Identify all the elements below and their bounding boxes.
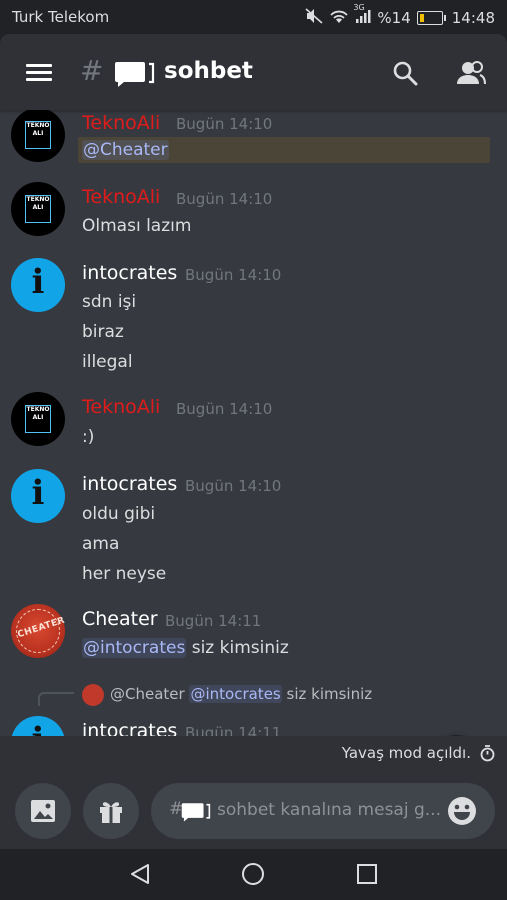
reply-preview[interactable]: @Cheater @intocrates siz kimsiniz <box>110 685 372 703</box>
composer: # sohbet kanalına mesaj g... <box>0 772 507 849</box>
message-text: illegal <box>82 352 133 372</box>
attach-image-button[interactable] <box>15 783 71 839</box>
reply-author: @Cheater <box>110 685 185 703</box>
avatar[interactable]: TEKNO ALI <box>11 110 65 162</box>
message-text: sdn işi <box>82 292 137 312</box>
timestamp: Bugün 14:10 <box>185 477 282 495</box>
avatar-label: i <box>31 473 45 513</box>
gift-button[interactable] <box>83 783 139 839</box>
author-name[interactable]: intocrates <box>82 473 177 495</box>
message-list[interactable]: TEKNO ALI TeknoAli Bugün 14:10 @Cheater … <box>0 110 507 736</box>
avatar[interactable]: i <box>11 716 65 736</box>
avatar-label: TEKNO ALI <box>25 405 51 433</box>
message-text: @intocrates siz kimsiniz <box>82 638 289 658</box>
input-placeholder: sohbet kanalına mesaj g... <box>217 800 441 820</box>
author-name[interactable]: intocrates <box>82 262 177 284</box>
author-name[interactable]: TeknoAli <box>82 186 160 208</box>
author-name[interactable]: intocrates <box>82 720 177 736</box>
signal-icon: 3G <box>353 3 371 27</box>
message-text: oldu gibi <box>82 504 156 524</box>
wifi-icon <box>329 9 349 28</box>
message-text: :) <box>82 427 95 447</box>
status-bar: Turk Telekom 3G %14 14:48 <box>0 0 507 34</box>
speech-bubble-icon <box>114 60 158 92</box>
author-name[interactable]: TeknoAli <box>82 396 160 418</box>
search-icon[interactable] <box>392 60 418 90</box>
author-name[interactable]: Cheater <box>82 608 158 630</box>
timestamp: Bugün 14:11 <box>185 724 282 736</box>
timestamp: Bugün 14:10 <box>176 115 273 133</box>
channel-hash-icon: # <box>80 54 104 87</box>
avatar-label: i <box>11 720 65 736</box>
timestamp: Bugün 14:10 <box>176 190 273 208</box>
avatar[interactable]: i <box>11 258 65 312</box>
avatar-label: TEKNO ALI <box>25 195 51 223</box>
app-window: # sohbet TEKNO ALI TeknoAli Bugün 14:10 … <box>0 34 507 849</box>
author-name[interactable]: TeknoAli <box>82 112 160 134</box>
menu-icon[interactable] <box>26 64 52 82</box>
message-text: biraz <box>82 322 124 342</box>
message-text: her neyse <box>82 564 167 584</box>
message-input[interactable]: # sohbet kanalına mesaj g... <box>151 783 495 839</box>
home-icon[interactable] <box>241 862 265 890</box>
timestamp: Bugün 14:10 <box>185 266 282 284</box>
reply-body: siz kimsiniz <box>281 685 373 703</box>
message-text: ama <box>82 534 120 554</box>
mention-link[interactable]: @Cheater <box>82 140 169 160</box>
mute-icon <box>305 8 323 28</box>
stopwatch-icon <box>480 745 495 766</box>
avatar[interactable]: CHEATER <box>11 604 66 658</box>
clock: 14:48 <box>451 9 495 27</box>
battery-icon <box>416 11 443 25</box>
reply-avatar <box>82 684 104 706</box>
speech-bubble-icon <box>181 801 213 827</box>
network-type: 3G <box>353 3 365 12</box>
mention-link[interactable]: @intocrates <box>189 685 282 703</box>
avatar[interactable]: TEKNO ALI <box>11 182 65 236</box>
message-text: @Cheater <box>82 140 169 160</box>
gift-icon <box>100 802 122 823</box>
channel-header: # sohbet <box>0 34 507 110</box>
message-body: siz kimsiniz <box>186 638 289 658</box>
battery-percent: %14 <box>377 9 411 27</box>
mention-link[interactable]: @intocrates <box>82 638 187 658</box>
slowmode-text: Yavaş mod açıldı. <box>341 744 471 762</box>
channel-name: sohbet <box>164 58 253 84</box>
avatar-label: i <box>31 262 45 302</box>
recents-icon[interactable] <box>355 862 379 890</box>
carrier-name: Turk Telekom <box>12 8 110 26</box>
image-icon <box>31 800 55 822</box>
timestamp: Bugün 14:11 <box>165 612 262 630</box>
back-icon[interactable] <box>128 862 152 890</box>
message-text: Olması lazım <box>82 216 192 236</box>
avatar[interactable]: TEKNO ALI <box>11 392 65 446</box>
timestamp: Bugün 14:10 <box>176 400 273 418</box>
avatar-label: TEKNO ALI <box>25 121 51 149</box>
avatar[interactable]: i <box>11 469 65 523</box>
emoji-icon[interactable] <box>447 796 477 830</box>
members-icon[interactable] <box>456 60 486 90</box>
slowmode-bar: Yavaş mod açıldı. <box>0 736 507 772</box>
system-nav-bar <box>0 849 507 900</box>
reply-connector <box>38 692 74 706</box>
